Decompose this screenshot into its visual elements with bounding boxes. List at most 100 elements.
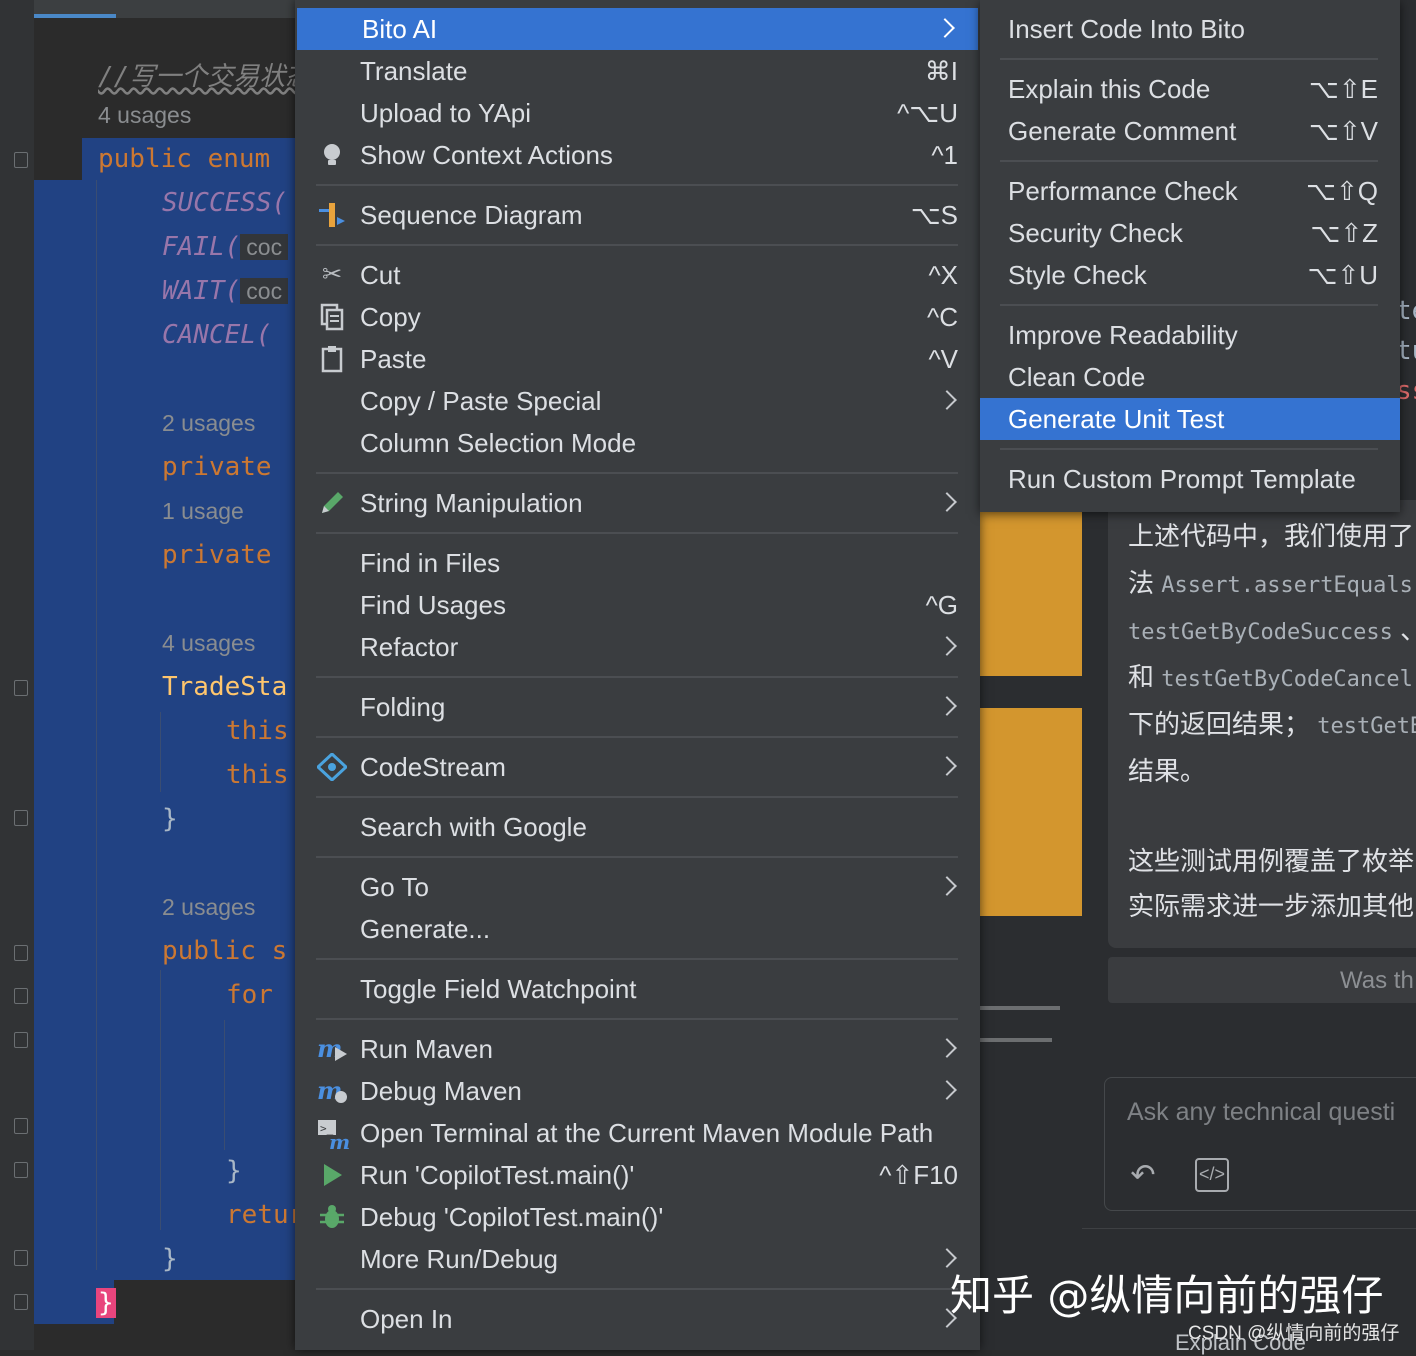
- keyword-private: private: [162, 452, 272, 482]
- menu-item-paste[interactable]: Paste ^V: [295, 338, 980, 380]
- menu-item-label: Cut: [360, 260, 401, 290]
- menu-separator: [1000, 160, 1378, 162]
- menu-item-search-google[interactable]: Search with Google: [295, 806, 980, 848]
- submenu-item-style-check[interactable]: Style Check ⌥⇧U: [980, 254, 1400, 296]
- fold-marker[interactable]: [14, 810, 28, 826]
- code-line-enum: public enum: [98, 144, 270, 174]
- submenu-item-improve-readability[interactable]: Improve Readability: [980, 314, 1400, 356]
- enum-wait: WAIT(: [162, 276, 241, 306]
- fold-marker[interactable]: [14, 152, 28, 168]
- ask-input[interactable]: Ask any technical questi ↶ </>: [1104, 1077, 1416, 1211]
- chevron-right-icon: [937, 1038, 957, 1058]
- submenu-item-shortcut: ⌥⇧E: [1308, 74, 1378, 104]
- usages-hint: 2 usages: [162, 894, 256, 920]
- divider-line: [980, 1006, 1060, 1010]
- undo-icon[interactable]: ↶: [1125, 1158, 1161, 1194]
- fold-marker[interactable]: [14, 1294, 28, 1310]
- fold-marker[interactable]: [14, 1118, 28, 1134]
- menu-item-label: More Run/Debug: [360, 1244, 558, 1274]
- answer-text: 和: [1128, 662, 1155, 692]
- menu-item-column-selection[interactable]: Column Selection Mode: [295, 422, 980, 464]
- code-line-wait: WAIT(coc: [162, 276, 289, 306]
- code-editor[interactable]: //写一个交易状态 4 usages public enum SUCCESS( …: [0, 0, 311, 1350]
- menu-item-sequence-diagram[interactable]: Sequence Diagram ⌥S: [295, 194, 980, 236]
- fold-marker[interactable]: [14, 945, 28, 961]
- menu-item-label: Run Maven: [360, 1034, 493, 1064]
- menu-item-copy[interactable]: Copy ^C: [295, 296, 980, 338]
- menu-item-label: Open Terminal at the Current Maven Modul…: [360, 1118, 934, 1148]
- menu-item-run-maven[interactable]: m Run Maven: [295, 1028, 980, 1070]
- menu-separator: [316, 1018, 958, 1020]
- fold-marker[interactable]: [14, 1162, 28, 1178]
- submenu-item-label: Generate Comment: [1008, 116, 1237, 146]
- fold-marker[interactable]: [14, 988, 28, 1004]
- submenu-item-label: Explain this Code: [1008, 74, 1211, 104]
- submenu-item-generate-unit-test[interactable]: Generate Unit Test: [980, 398, 1400, 440]
- menu-item-label: Upload to YApi: [360, 98, 532, 128]
- submenu-item-label: Clean Code: [1008, 362, 1146, 392]
- menu-item-refactor[interactable]: Refactor: [295, 626, 980, 668]
- menu-separator: [316, 958, 958, 960]
- code-context-icon[interactable]: </>: [1195, 1158, 1229, 1192]
- answer-text: 下的返回结果；: [1128, 709, 1311, 739]
- menu-item-more-run-debug[interactable]: More Run/Debug: [295, 1238, 980, 1280]
- closing-brace: }: [162, 804, 178, 834]
- menu-item-label: Run 'CopilotTest.main()': [360, 1160, 635, 1190]
- menu-item-shortcut: ^G: [925, 590, 958, 620]
- submenu-item-shortcut: ⌥⇧V: [1308, 116, 1378, 146]
- fold-marker[interactable]: [14, 680, 28, 696]
- menu-item-label: Search with Google: [360, 812, 587, 842]
- menu-item-debug-maven[interactable]: m Debug Maven: [295, 1070, 980, 1112]
- menu-item-bito-ai[interactable]: Bito AI: [297, 8, 978, 50]
- menu-item-cut[interactable]: ✂ Cut ^X: [295, 254, 980, 296]
- menu-item-find-in-files[interactable]: Find in Files: [295, 542, 980, 584]
- keyword-private: private: [162, 540, 272, 570]
- menu-item-string-manipulation[interactable]: String Manipulation: [295, 482, 980, 524]
- menu-item-codestream[interactable]: CodeStream: [295, 746, 980, 788]
- chevron-right-icon: [937, 756, 957, 776]
- menu-item-label: Show Context Actions: [360, 140, 613, 170]
- menu-separator: [1000, 58, 1378, 60]
- run-icon: [317, 1161, 347, 1189]
- chevron-right-icon: [937, 390, 957, 410]
- menu-item-show-context-actions[interactable]: Show Context Actions ^1: [295, 134, 980, 176]
- menu-item-label: Folding: [360, 692, 446, 722]
- menu-item-copy-paste-special[interactable]: Copy / Paste Special: [295, 380, 980, 422]
- indent-guide: [160, 970, 161, 1230]
- menu-item-folding[interactable]: Folding: [295, 686, 980, 728]
- menu-item-run-main[interactable]: Run 'CopilotTest.main()' ^⇧F10: [295, 1154, 980, 1196]
- submenu-item-explain-code[interactable]: Explain this Code ⌥⇧E: [980, 68, 1400, 110]
- chevron-right-icon: [937, 1080, 957, 1100]
- submenu-item-clean-code[interactable]: Clean Code: [980, 356, 1400, 398]
- enum-cancel: CANCEL(: [162, 320, 272, 350]
- menu-item-open-terminal-maven[interactable]: >_ m Open Terminal at the Current Maven M…: [295, 1112, 980, 1154]
- menu-item-generate[interactable]: Generate...: [295, 908, 980, 950]
- submenu-item-performance-check[interactable]: Performance Check ⌥⇧Q: [980, 170, 1400, 212]
- submenu-item-label: Style Check: [1008, 260, 1147, 290]
- submenu-item-generate-comment[interactable]: Generate Comment ⌥⇧V: [980, 110, 1400, 152]
- submenu-item-insert-code[interactable]: Insert Code Into Bito: [980, 8, 1400, 50]
- menu-item-toggle-watchpoint[interactable]: Toggle Field Watchpoint: [295, 968, 980, 1010]
- fold-marker[interactable]: [14, 1250, 28, 1266]
- menu-item-upload-yapi[interactable]: Upload to YApi ^⌥U: [295, 92, 980, 134]
- menu-item-open-in[interactable]: Open In: [295, 1298, 980, 1340]
- answer-line: 实际需求进一步添加其他: [1128, 891, 1415, 921]
- menu-item-label: Find Usages: [360, 590, 506, 620]
- submenu-item-run-custom-prompt[interactable]: Run Custom Prompt Template: [980, 458, 1400, 500]
- keyword-public-static: public s: [162, 936, 288, 966]
- menu-item-go-to[interactable]: Go To: [295, 866, 980, 908]
- usages-hint: 1 usage: [162, 498, 244, 524]
- menu-item-debug-main[interactable]: Debug 'CopilotTest.main()': [295, 1196, 980, 1238]
- menu-item-label: CodeStream: [360, 752, 506, 782]
- closing-brace: }: [226, 1156, 242, 1186]
- menu-separator: [316, 676, 958, 678]
- highlight-card: [980, 500, 1082, 676]
- highlight-card: [980, 708, 1082, 916]
- zhihu-watermark: 知乎 @纵情向前的强仔: [950, 1271, 1384, 1320]
- menu-item-find-usages[interactable]: Find Usages ^G: [295, 584, 980, 626]
- menu-item-shortcut: ⌥S: [910, 200, 958, 230]
- submenu-item-security-check[interactable]: Security Check ⌥⇧Z: [980, 212, 1400, 254]
- menu-item-translate[interactable]: Translate ⌘I: [295, 50, 980, 92]
- fold-marker[interactable]: [14, 1032, 28, 1048]
- feedback-bar[interactable]: Was th: [1108, 957, 1416, 1003]
